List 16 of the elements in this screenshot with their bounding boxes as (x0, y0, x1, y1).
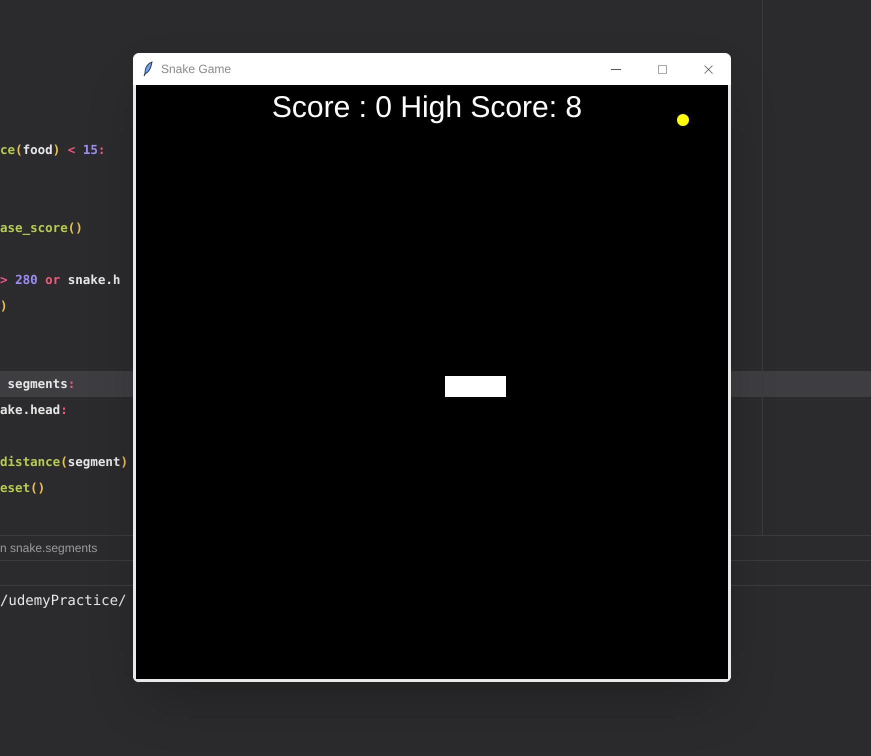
snake-body (445, 376, 506, 397)
maximize-icon (656, 64, 668, 74)
code-line: ase_score() (0, 222, 83, 234)
code-line: distance(segment) (0, 456, 128, 468)
feather-icon (143, 61, 153, 77)
code-line: segments: (6, 378, 76, 390)
code-line: > 280 or snake.h (0, 274, 120, 286)
code-line: eset() (0, 482, 46, 494)
breadcrumb: n snake.segments (0, 542, 98, 554)
window-title: Snake Game (161, 61, 232, 78)
code-line: ) (0, 300, 8, 312)
minimize-icon (611, 68, 621, 70)
terminal-line: /udemyPractice/ (0, 594, 126, 608)
code-line: ce(food) < 15: (0, 144, 106, 156)
code-line: ake.head: (0, 404, 68, 416)
score-text: Score : 0 High Score: 8 (272, 93, 582, 123)
